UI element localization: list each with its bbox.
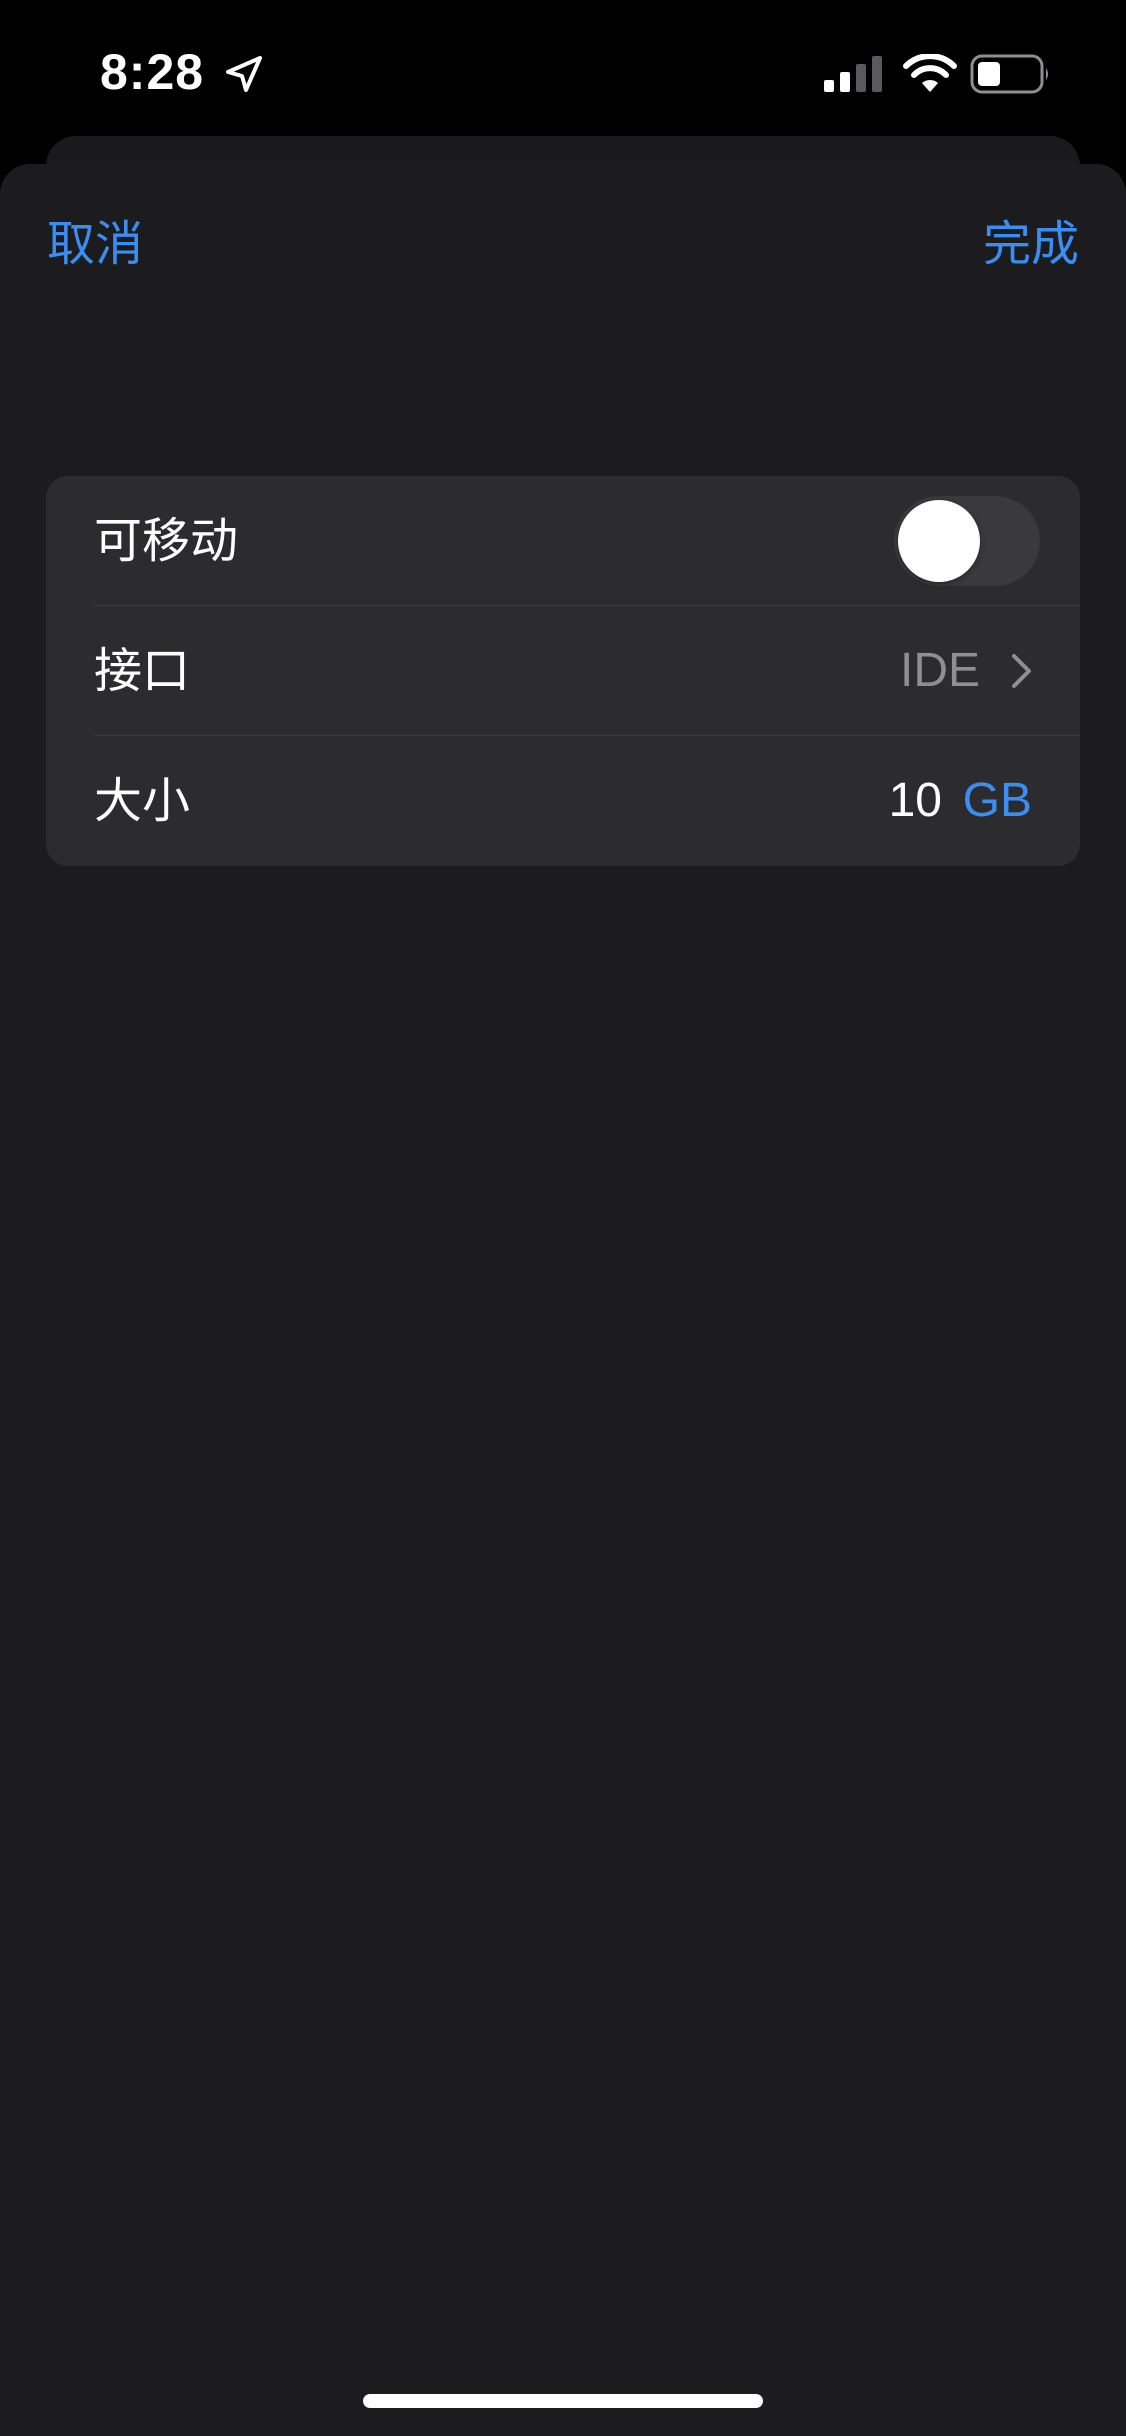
screen: 8:28 取消 完成 可移动 接口 IDE 大小 10 GB [0, 0, 1126, 2436]
size-row: 大小 10 GB [46, 736, 1080, 866]
cellular-signal-icon [824, 56, 882, 92]
removable-label: 可移动 [94, 513, 239, 569]
done-button[interactable]: 完成 [983, 214, 1079, 274]
location-arrow-icon [226, 56, 262, 92]
interface-value: IDE [899, 644, 980, 697]
interface-row[interactable]: 接口 IDE [46, 606, 1080, 736]
status-bar: 8:28 [0, 0, 1126, 140]
battery-icon [970, 54, 1048, 94]
home-indicator[interactable] [363, 2394, 763, 2408]
status-time: 8:28 [100, 44, 205, 100]
toggle-knob [898, 500, 980, 582]
wifi-icon [903, 54, 957, 92]
interface-label: 接口 [94, 643, 191, 699]
size-label: 大小 [94, 773, 191, 829]
removable-row: 可移动 [46, 476, 1080, 606]
modal-sheet: 取消 完成 可移动 接口 IDE 大小 10 GB [0, 164, 1126, 2436]
removable-toggle[interactable] [894, 496, 1040, 586]
settings-group: 可移动 接口 IDE 大小 10 GB [46, 476, 1080, 866]
size-unit-button[interactable]: GB [963, 736, 1032, 866]
size-value[interactable]: 10 [889, 736, 942, 866]
cancel-button[interactable]: 取消 [47, 214, 143, 274]
chevron-right-icon [1012, 654, 1031, 688]
